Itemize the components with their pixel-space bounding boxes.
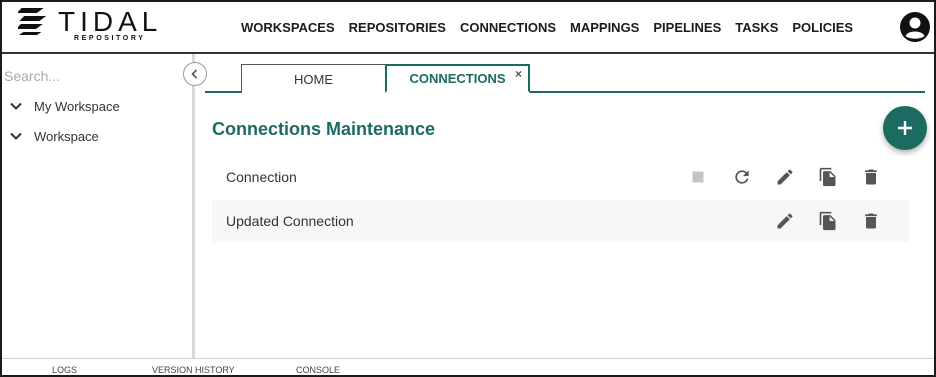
nav-mappings[interactable]: MAPPINGS	[570, 20, 639, 35]
tree-item-workspace[interactable]: Workspace	[8, 128, 99, 144]
delete-icon[interactable]	[861, 211, 881, 231]
nav-tasks[interactable]: TASKS	[735, 20, 778, 35]
edit-icon[interactable]	[775, 167, 795, 187]
tidal-logo-mark-icon	[18, 8, 47, 35]
connection-name[interactable]: Updated Connection	[226, 213, 354, 229]
chevron-down-icon	[10, 102, 22, 110]
nav-repositories[interactable]: REPOSITORIES	[349, 20, 446, 35]
footer-tab-version-history[interactable]: VERSION HISTORY	[152, 365, 235, 375]
nav-connections[interactable]: CONNECTIONS	[460, 20, 556, 35]
app-window: TIDAL REPOSITORY WORKSPACES REPOSITORIES…	[0, 0, 936, 377]
stop-icon[interactable]	[688, 167, 708, 187]
footer-tab-logs[interactable]: LOGS	[52, 365, 77, 375]
nav-pipelines[interactable]: PIPELINES	[653, 20, 721, 35]
copy-icon[interactable]	[818, 167, 838, 187]
list-item: Connection	[212, 156, 909, 198]
tab-close-icon[interactable]: ×	[515, 67, 522, 81]
collapse-sidebar-button[interactable]	[183, 62, 207, 86]
page-title: Connections Maintenance	[212, 119, 436, 139]
logo-wordmark: TIDAL	[58, 6, 163, 37]
edit-icon[interactable]	[775, 211, 795, 231]
logo-subtitle: REPOSITORY	[74, 35, 146, 42]
chevron-left-icon	[191, 69, 198, 79]
refresh-icon[interactable]	[732, 167, 752, 187]
top-header: TIDAL REPOSITORY WORKSPACES REPOSITORIES…	[2, 2, 934, 54]
main-content: HOME CONNECTIONS × Connections Maintenan…	[195, 54, 934, 358]
main-nav: WORKSPACES REPOSITORIES CONNECTIONS MAPP…	[234, 20, 860, 35]
add-connection-button[interactable]	[883, 106, 927, 150]
list-item: Updated Connection	[212, 200, 909, 242]
chevron-down-icon	[10, 132, 22, 140]
connection-name[interactable]: Connection	[226, 169, 297, 185]
tab-label: HOME	[294, 71, 333, 87]
tree-item-label: Workspace	[34, 128, 99, 144]
delete-icon[interactable]	[861, 167, 881, 187]
tree-item-my-workspace[interactable]: My Workspace	[8, 98, 120, 114]
footer-tab-console[interactable]: CONSOLE	[296, 365, 340, 375]
sidebar-search-input[interactable]	[4, 64, 174, 88]
tree-item-label: My Workspace	[34, 98, 120, 114]
nav-workspaces[interactable]: WORKSPACES	[241, 20, 335, 35]
tidal-logo[interactable]: TIDAL REPOSITORY	[18, 6, 158, 46]
bottom-panel-tabs: LOGS VERSION HISTORY CONSOLE	[2, 358, 934, 375]
plus-icon	[898, 121, 912, 135]
tab-label: CONNECTIONS	[409, 71, 506, 86]
copy-icon[interactable]	[818, 211, 838, 231]
nav-policies[interactable]: POLICIES	[792, 20, 853, 35]
tab-connections[interactable]: CONNECTIONS ×	[385, 64, 530, 93]
sidebar: My Workspace Workspace	[2, 54, 192, 358]
tab-home[interactable]: HOME	[241, 64, 386, 93]
account-avatar-icon[interactable]	[899, 11, 931, 43]
